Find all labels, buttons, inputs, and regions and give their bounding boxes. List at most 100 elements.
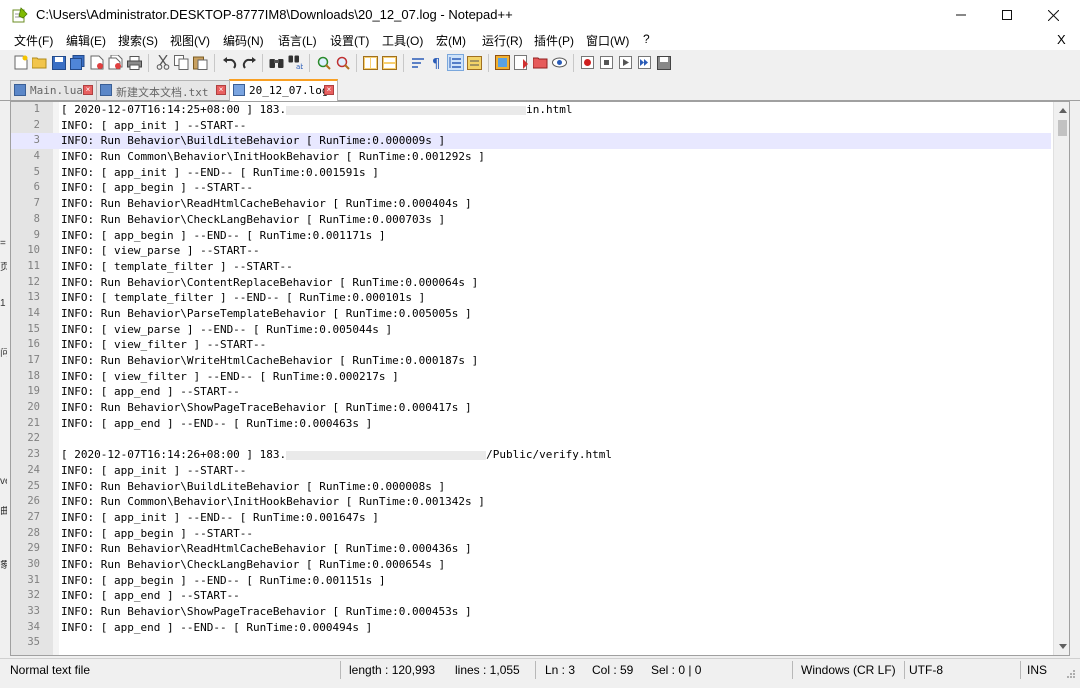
zoom-in-button[interactable]	[315, 54, 332, 71]
editor-line[interactable]: 10 INFO: [ view_parse ] --START--	[11, 243, 1051, 259]
line-text[interactable]: INFO: [ view_filter ] --START--	[61, 337, 266, 353]
close-file-button[interactable]	[88, 54, 105, 71]
line-text[interactable]: [ 2020-12-07T16:14:25+08:00 ] 183. in.htm…	[61, 102, 573, 118]
editor-line[interactable]: 24 INFO: [ app_init ] --START--	[11, 463, 1051, 479]
line-text[interactable]: INFO: Run Behavior\ContentReplaceBehavio…	[61, 275, 478, 291]
editor-line[interactable]: 4 INFO: Run Common\Behavior\InitHookBehav…	[11, 149, 1051, 165]
menu-encoding[interactable]: 编码(N)	[223, 32, 264, 49]
editor-line[interactable]: 7 INFO: Run Behavior\ReadHtmlCacheBehavio…	[11, 196, 1051, 212]
line-text[interactable]: INFO: Run Behavior\ReadHtmlCacheBehavior…	[61, 541, 472, 557]
line-text[interactable]: INFO: [ template_filter ] --START--	[61, 259, 293, 275]
line-text[interactable]: INFO: [ app_begin ] --END-- [ RunTime:0.…	[61, 573, 386, 589]
folder-workspace-button[interactable]	[532, 54, 549, 71]
sync-vertical-button[interactable]	[362, 54, 379, 71]
cut-button[interactable]	[154, 54, 171, 71]
menu-run[interactable]: 运行(R)	[482, 32, 523, 49]
line-text[interactable]: [ 2020-12-07T16:14:26+08:00 ] 183. /Publi…	[61, 447, 612, 463]
menu-language[interactable]: 语言(L)	[278, 32, 317, 49]
editor-line[interactable]: 23 [ 2020-12-07T16:14:26+08:00 ] 183. /Pub…	[11, 447, 1051, 463]
scrollbar-thumb[interactable]	[1058, 120, 1067, 136]
line-text[interactable]: INFO: Run Common\Behavior\InitHookBehavi…	[61, 149, 485, 165]
editor-line[interactable]: 16 INFO: [ view_filter ] --START--	[11, 337, 1051, 353]
menu-settings[interactable]: 设置(T)	[330, 32, 369, 49]
show-all-chars-button[interactable]: ¶	[428, 54, 445, 71]
editor-line[interactable]: 25 INFO: Run Behavior\BuildLiteBehavior […	[11, 479, 1051, 495]
line-text[interactable]: INFO: [ app_end ] --END-- [ RunTime:0.00…	[61, 416, 372, 432]
doc-map-button[interactable]	[494, 54, 511, 71]
editor-line[interactable]: 27 INFO: [ app_init ] --END-- [ RunTime:0…	[11, 510, 1051, 526]
line-text[interactable]: INFO: [ app_end ] --END-- [ RunTime:0.00…	[61, 620, 372, 636]
save-macro-button[interactable]	[655, 54, 672, 71]
editor-line[interactable]: 18 INFO: [ view_filter ] --END-- [ RunTim…	[11, 369, 1051, 385]
line-text[interactable]: INFO: [ app_end ] --START--	[61, 588, 240, 604]
line-text[interactable]: INFO: Run Behavior\ShowPageTraceBehavior…	[61, 604, 472, 620]
editor-lines[interactable]: 1 [ 2020-12-07T16:14:25+08:00 ] 183. in.ht…	[11, 102, 1051, 651]
editor-line[interactable]: 15 INFO: [ view_parse ] --END-- [ RunTime…	[11, 322, 1051, 338]
line-text[interactable]: INFO: [ app_init ] --START--	[61, 118, 246, 134]
record-macro-button[interactable]	[579, 54, 596, 71]
line-text[interactable]: INFO: [ app_begin ] --END-- [ RunTime:0.…	[61, 228, 386, 244]
editor-line[interactable]: 14 INFO: Run Behavior\ParseTemplateBehavi…	[11, 306, 1051, 322]
word-wrap-button[interactable]	[409, 54, 426, 71]
editor-line[interactable]: 29 INFO: Run Behavior\ReadHtmlCacheBehavi…	[11, 541, 1051, 557]
editor-line[interactable]: 34 INFO: [ app_end ] --END-- [ RunTime:0.…	[11, 620, 1051, 636]
menu-edit[interactable]: 编辑(E)	[66, 32, 106, 49]
menu-file[interactable]: 文件(F)	[14, 32, 53, 49]
replace-button[interactable]: ab	[287, 54, 304, 71]
editor-line[interactable]: 22	[11, 431, 1051, 447]
editor-line[interactable]: 33 INFO: Run Behavior\ShowPageTraceBehavi…	[11, 604, 1051, 620]
tab-close-icon[interactable]: ×	[83, 85, 93, 95]
line-text[interactable]: INFO: Run Behavior\CheckLangBehavior [ R…	[61, 212, 445, 228]
line-text[interactable]: INFO: [ app_init ] --END-- [ RunTime:0.0…	[61, 510, 379, 526]
line-text[interactable]: INFO: Run Behavior\ReadHtmlCacheBehavior…	[61, 196, 472, 212]
minimize-button[interactable]	[938, 0, 984, 30]
tab-close-icon[interactable]: ×	[324, 85, 334, 95]
tab-log-file[interactable]: 20_12_07.log ×	[229, 79, 338, 101]
editor-line[interactable]: 12 INFO: Run Behavior\ContentReplaceBehav…	[11, 275, 1051, 291]
editor-line[interactable]: 28 INFO: [ app_begin ] --START--	[11, 526, 1051, 542]
line-text[interactable]: INFO: Run Behavior\WriteHtmlCacheBehavio…	[61, 353, 478, 369]
editor-line[interactable]: 19 INFO: [ app_end ] --START--	[11, 384, 1051, 400]
new-file-button[interactable]	[12, 54, 29, 71]
print-button[interactable]	[126, 54, 143, 71]
editor-line[interactable]: 31 INFO: [ app_begin ] --END-- [ RunTime:…	[11, 573, 1051, 589]
tab-close-icon[interactable]: ×	[216, 85, 226, 95]
tab-main-lua[interactable]: Main.lua ×	[10, 80, 97, 100]
indent-guide-button[interactable]	[447, 54, 464, 71]
function-list-button[interactable]	[513, 54, 530, 71]
editor-line[interactable]: 1 [ 2020-12-07T16:14:25+08:00 ] 183. in.ht…	[11, 102, 1051, 118]
close-all-button[interactable]	[107, 54, 124, 71]
editor-line[interactable]: 26 INFO: Run Common\Behavior\InitHookBeha…	[11, 494, 1051, 510]
editor-line[interactable]: 21 INFO: [ app_end ] --END-- [ RunTime:0.…	[11, 416, 1051, 432]
run-macro-multiple-button[interactable]	[636, 54, 653, 71]
redo-button[interactable]	[240, 54, 257, 71]
editor-line[interactable]: 30 INFO: Run Behavior\CheckLangBehavior […	[11, 557, 1051, 573]
menu-plugins[interactable]: 插件(P)	[534, 32, 574, 49]
line-text[interactable]: INFO: [ app_init ] --START--	[61, 463, 246, 479]
undo-button[interactable]	[221, 54, 238, 71]
resize-grip-icon[interactable]	[1066, 669, 1076, 679]
maximize-button[interactable]	[984, 0, 1030, 30]
close-window-button[interactable]	[1030, 0, 1076, 30]
editor-line[interactable]: 11 INFO: [ template_filter ] --START--	[11, 259, 1051, 275]
menu-tools[interactable]: 工具(O)	[382, 32, 423, 49]
monitoring-button[interactable]	[551, 54, 568, 71]
scroll-up-button[interactable]	[1054, 102, 1069, 119]
find-button[interactable]	[268, 54, 285, 71]
sync-horizontal-button[interactable]	[381, 54, 398, 71]
line-text[interactable]: INFO: Run Common\Behavior\InitHookBehavi…	[61, 494, 485, 510]
close-document-button[interactable]: X	[1057, 32, 1066, 47]
line-text[interactable]: INFO: [ app_end ] --START--	[61, 384, 240, 400]
line-text[interactable]: INFO: Run Behavior\CheckLangBehavior [ R…	[61, 557, 445, 573]
editor-line[interactable]: 13 INFO: [ template_filter ] --END-- [ Ru…	[11, 290, 1051, 306]
paste-button[interactable]	[192, 54, 209, 71]
udl-button[interactable]	[466, 54, 483, 71]
menu-help[interactable]: ?	[643, 32, 650, 46]
line-text[interactable]: INFO: Run Behavior\BuildLiteBehavior [ R…	[61, 133, 445, 149]
editor-line[interactable]: 32 INFO: [ app_end ] --START--	[11, 588, 1051, 604]
editor-line[interactable]: 17 INFO: Run Behavior\WriteHtmlCacheBehav…	[11, 353, 1051, 369]
editor-line[interactable]: 9 INFO: [ app_begin ] --END-- [ RunTime:0…	[11, 228, 1051, 244]
save-button[interactable]	[50, 54, 67, 71]
save-all-button[interactable]	[69, 54, 86, 71]
editor-line[interactable]: 35	[11, 635, 1051, 651]
